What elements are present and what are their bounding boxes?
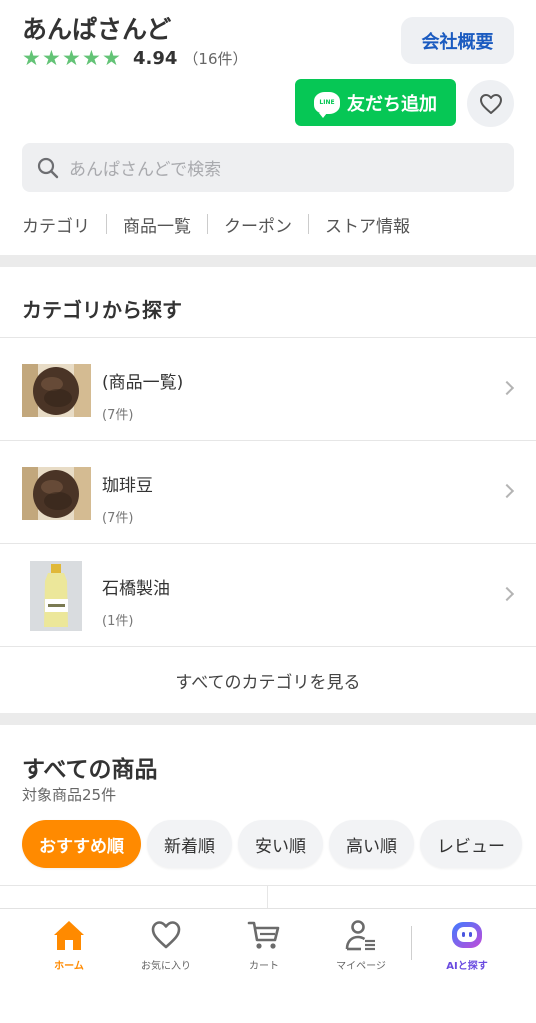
line-logo-icon: LINE — [314, 91, 340, 118]
sort-price-high[interactable]: 高い順 — [329, 820, 414, 868]
store-nav-products[interactable]: 商品一覧 — [123, 212, 191, 237]
rating-score: 4.94 — [133, 47, 178, 69]
store-nav-store-info[interactable]: ストア情報 — [325, 212, 410, 237]
nav-divider — [308, 214, 309, 234]
star-icon: ★ — [62, 45, 81, 70]
category-row-coffee-beans[interactable]: 珈琲豆 (7件) — [0, 440, 536, 543]
sort-reviews[interactable]: レビュー — [420, 820, 522, 868]
category-name: 珈琲豆 — [102, 476, 153, 496]
line-add-friend-button[interactable]: LINE 友だち追加 — [295, 79, 456, 126]
heart-icon — [151, 921, 181, 949]
products-section-title: すべての商品 — [22, 757, 158, 783]
tab-label: ホーム — [54, 961, 84, 972]
store-rating[interactable]: ★ ★ ★ ★ ★ 4.94 （16件） — [22, 46, 248, 70]
sort-recommended[interactable]: おすすめ順 — [22, 820, 141, 868]
user-icon — [345, 920, 375, 951]
tab-label: AIと探す — [446, 961, 488, 972]
nav-divider — [106, 214, 107, 234]
store-nav-categories[interactable]: カテゴリ — [22, 212, 90, 237]
oil-bottle-thumbnail — [30, 561, 82, 631]
tab-label: マイページ — [336, 961, 386, 972]
tab-mypage[interactable]: マイページ — [316, 919, 406, 972]
rating-stars: ★ ★ ★ ★ ★ — [22, 45, 122, 70]
nav-divider — [207, 214, 208, 234]
section-divider — [0, 255, 536, 267]
star-icon: ★ — [42, 45, 61, 70]
category-count: (7件) — [102, 511, 134, 526]
ai-assistant-icon — [452, 922, 482, 948]
store-nav: カテゴリ 商品一覧 クーポン ストア情報 — [22, 211, 410, 237]
chevron-right-icon — [499, 586, 515, 602]
company-info-button[interactable]: 会社概要 — [401, 17, 514, 64]
store-nav-coupons[interactable]: クーポン — [224, 212, 292, 237]
tab-cart[interactable]: カート — [219, 919, 309, 972]
nav-divider — [411, 926, 412, 960]
star-icon: ★ — [82, 45, 101, 70]
tab-label: お気に入り — [141, 961, 191, 972]
store-search-input[interactable]: あんぱさんどで検索 — [22, 143, 514, 192]
home-icon — [54, 921, 84, 950]
tab-favorites[interactable]: お気に入り — [121, 919, 211, 972]
see-all-categories-link[interactable]: すべてのカテゴリを見る — [0, 646, 536, 713]
chevron-right-icon — [499, 380, 515, 396]
category-section-title: カテゴリから探す — [22, 298, 182, 322]
category-count: (1件) — [102, 614, 134, 629]
heart-icon — [479, 93, 502, 114]
line-button-label: 友だち追加 — [347, 93, 437, 115]
sort-price-low[interactable]: 安い順 — [238, 820, 323, 868]
store-name: あんぱさんど — [22, 15, 172, 44]
cart-icon — [247, 921, 280, 949]
chevron-right-icon — [499, 483, 515, 499]
section-divider — [0, 713, 536, 725]
bottom-nav: ホーム お気に入り カート マイページ AIと探す — [0, 908, 536, 1023]
coffee-thumbnail — [22, 364, 91, 417]
star-icon: ★ — [102, 45, 121, 70]
category-name: 石橋製油 — [102, 579, 170, 599]
rating-count: （16件） — [183, 49, 248, 68]
product-grid-divider — [267, 885, 268, 909]
store-header: あんぱさんど ★ ★ ★ ★ ★ 4.94 （16件） 会社概要 LINE 友だ… — [0, 0, 536, 255]
products-count: 対象商品25件 — [22, 786, 117, 804]
sort-newest[interactable]: 新着順 — [147, 820, 232, 868]
tab-home[interactable]: ホーム — [24, 919, 114, 972]
search-icon — [37, 157, 59, 178]
category-count: (7件) — [102, 408, 134, 423]
tab-label: カート — [249, 961, 279, 972]
category-name: (商品一覧) — [102, 373, 184, 393]
star-icon: ★ — [22, 45, 41, 70]
search-placeholder: あんぱさんどで検索 — [69, 160, 222, 180]
favorite-store-button[interactable] — [467, 80, 514, 127]
sort-options: おすすめ順 新着順 安い順 高い順 レビュー — [22, 820, 522, 868]
category-row-all-products[interactable]: (商品一覧) (7件) — [0, 337, 536, 440]
category-row-ishibashi-oil[interactable]: 石橋製油 (1件) — [0, 543, 536, 646]
product-grid-divider — [0, 885, 536, 886]
coffee-thumbnail — [22, 467, 91, 520]
tab-ai-search[interactable]: AIと探す — [422, 919, 512, 972]
